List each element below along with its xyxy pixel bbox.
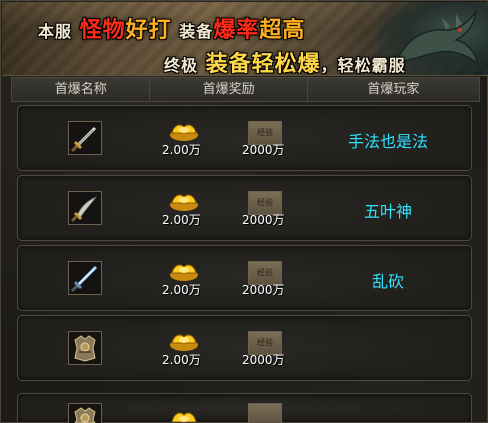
table-header: 首爆名称 首爆奖励 首爆玩家 <box>11 77 480 102</box>
first-drop-panel: 本服 怪物好打 装备爆率超高 终极 装备轻松爆，轻松霸服 首爆名称 首爆奖励 首… <box>0 0 488 423</box>
armor-icon[interactable] <box>68 403 102 423</box>
first-drop-player: 乱砍 <box>371 272 404 291</box>
exp-amount: 2000万 <box>242 143 285 157</box>
ice-sword-icon[interactable] <box>68 261 102 295</box>
first-drop-player: 五叶神 <box>363 202 412 221</box>
gold-ingot-icon <box>168 329 200 353</box>
exp-amount: 2000万 <box>242 213 285 227</box>
gold-ingot-icon <box>168 119 200 143</box>
slogan-text: 装备 <box>205 51 252 76</box>
slogan-text: 怪物 <box>79 17 126 43</box>
slogan-text: ，轻松霸服 <box>320 56 406 75</box>
gold-amount: 2.00万 <box>162 143 201 157</box>
header-reward: 首爆奖励 <box>150 78 308 101</box>
promo-banner: 本服 怪物好打 装备爆率超高 终极 装备轻松爆，轻松霸服 <box>2 2 488 76</box>
exp-amount: 2000万 <box>242 353 285 367</box>
slogan-text: 爆率 <box>213 17 260 43</box>
slogan-line-1: 本服 怪物好打 装备爆率超高 <box>38 12 305 44</box>
slogan-text: 终极 <box>164 56 199 75</box>
gold-amount: 2.00万 <box>162 283 201 297</box>
exp-book-icon <box>248 403 282 423</box>
exp-amount: 2000万 <box>242 283 285 297</box>
table-row: 2.00万 经验 2000万 手法也是法 <box>17 105 472 171</box>
gold-ingot-icon <box>168 189 200 213</box>
header-item-name: 首爆名称 <box>12 78 151 101</box>
slogan-line-2: 终极 装备轻松爆，轻松霸服 <box>164 46 406 76</box>
gold-amount: 2.00万 <box>162 353 201 367</box>
table-row: 2.00万 经验 2000万 五叶神 <box>17 175 472 241</box>
slogan-text: 轻松爆 <box>251 51 321 76</box>
slogan-text: 本服 <box>38 22 73 41</box>
table-row: 2.00万 经验 2000万 <box>17 315 472 381</box>
sword-icon[interactable] <box>68 121 102 155</box>
header-player: 首爆玩家 <box>367 82 420 97</box>
gold-ingot-icon <box>168 403 200 422</box>
table-row <box>17 393 472 423</box>
table-row: 2.00万 经验 2000万 乱砍 <box>17 245 472 311</box>
gold-ingot-icon <box>168 259 200 283</box>
first-drop-player: 手法也是法 <box>347 132 428 151</box>
slogan-text: 装备 <box>179 22 214 41</box>
curved-blade-icon[interactable] <box>68 191 102 225</box>
armor-icon[interactable] <box>68 331 102 365</box>
gold-amount: 2.00万 <box>162 213 201 227</box>
slogan-text: 好打 <box>125 17 172 43</box>
slogan-text: 超高 <box>259 17 306 43</box>
